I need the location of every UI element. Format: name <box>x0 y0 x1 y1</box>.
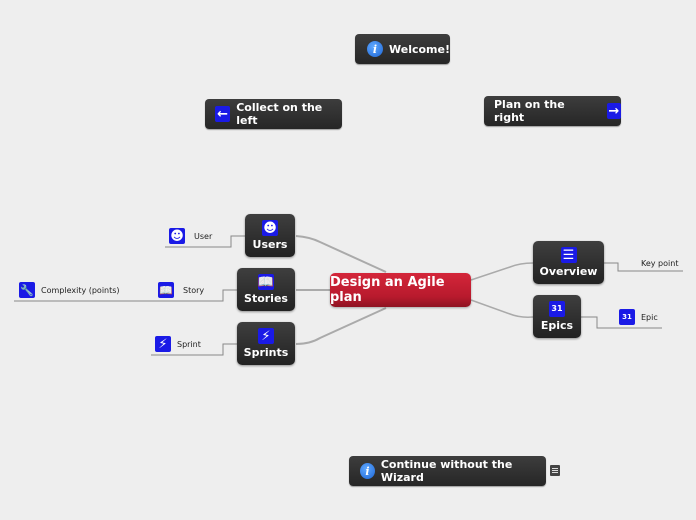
plan-label: Plan on the right <box>494 98 565 124</box>
link-central-epics <box>470 299 534 318</box>
central-topic-label: Design an Agile plan <box>330 275 445 305</box>
book-icon: 📖 <box>158 282 174 298</box>
leaf-complexity[interactable]: 🔧 Complexity (points) <box>19 282 120 298</box>
node-epics[interactable]: 31 Epics <box>533 295 581 338</box>
node-users-label: Users <box>252 238 288 251</box>
leaf-epic[interactable]: 31 Epic <box>619 309 658 325</box>
collect-on-the-left-button[interactable]: ← Collect on the left <box>205 99 342 129</box>
leaf-complexity-label: Complexity (points) <box>41 285 120 295</box>
node-overview[interactable]: ☰ Overview <box>533 241 604 284</box>
info-icon: i <box>360 463 375 479</box>
leaf-user[interactable]: ☻ User <box>169 228 212 244</box>
arrow-right-icon: → <box>606 103 621 119</box>
info-icon: i <box>367 41 383 57</box>
leaf-epic-label: Epic <box>641 312 658 322</box>
leaf-user-label: User <box>194 231 213 241</box>
welcome-button[interactable]: i Welcome! <box>355 34 450 64</box>
arrow-left-icon: ← <box>215 106 231 122</box>
link-central-sprints <box>295 307 387 345</box>
user-icon: ☻ <box>169 228 185 244</box>
leaf-key-point[interactable]: Key point <box>641 259 678 268</box>
calendar-icon: 31 <box>549 301 565 317</box>
node-stories[interactable]: 📖 Stories <box>237 268 295 311</box>
node-sprints[interactable]: ⚡ Sprints <box>237 322 295 365</box>
user-icon: ☻ <box>262 220 278 236</box>
leaf-story[interactable]: 📖 Story <box>158 282 204 298</box>
link-central-overview <box>470 262 534 281</box>
list-icon: ☰ <box>560 247 577 263</box>
node-users[interactable]: ☻ Users <box>245 214 295 257</box>
leaf-sprint[interactable]: ⚡ Sprint <box>155 336 201 352</box>
central-topic[interactable]: Design an Agile plan <box>330 273 471 307</box>
wrench-icon: 🔧 <box>19 282 35 298</box>
node-stories-label: Stories <box>244 292 288 305</box>
welcome-label: Welcome! <box>389 42 450 56</box>
continue-label: Continue without the Wizard <box>380 458 513 484</box>
node-overview-label: Overview <box>539 265 598 278</box>
leaf-key-point-label: Key point <box>641 259 679 268</box>
sprint-icon: ⚡ <box>258 328 274 344</box>
node-epics-label: Epics <box>540 319 574 332</box>
link-central-users <box>295 235 387 273</box>
continue-without-wizard-button[interactable]: i Continue without the Wizard <box>349 456 546 486</box>
collect-label: Collect on the left <box>236 101 323 127</box>
note-icon[interactable] <box>550 465 560 476</box>
calendar-icon: 31 <box>619 309 635 325</box>
book-icon: 📖 <box>257 274 275 290</box>
node-sprints-label: Sprints <box>243 346 289 359</box>
leaf-sprint-label: Sprint <box>177 339 201 349</box>
leaf-story-label: Story <box>183 285 205 295</box>
sprint-icon: ⚡ <box>155 336 171 352</box>
plan-on-the-right-button[interactable]: Plan on the right → <box>484 96 621 126</box>
